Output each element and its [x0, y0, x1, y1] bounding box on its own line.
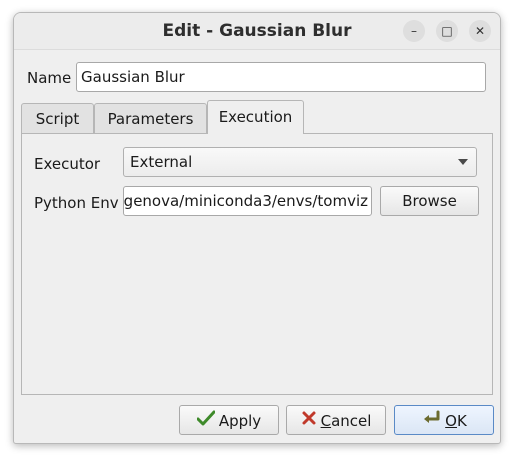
apply-button[interactable]: Apply	[179, 405, 279, 435]
python-env-input[interactable]: o.genova/miniconda3/envs/tomviz	[123, 186, 372, 216]
maximize-button[interactable]: □	[436, 20, 458, 42]
minimize-icon: –	[411, 24, 417, 38]
ok-mnemonic: O	[445, 411, 457, 430]
cancel-label-rest: ancel	[331, 411, 372, 430]
name-input[interactable]: Gaussian Blur	[76, 62, 486, 92]
edit-dialog-window: Edit - Gaussian Blur – □ ✕ Name Gaussian…	[13, 12, 501, 444]
x-icon	[301, 407, 317, 435]
ok-label: OK	[445, 407, 467, 435]
enter-arrow-icon	[421, 407, 441, 435]
cancel-button[interactable]: Cancel	[286, 405, 386, 435]
maximize-icon: □	[441, 24, 453, 38]
executor-label: Executor	[34, 155, 101, 173]
name-label: Name	[27, 69, 72, 87]
python-env-label: Python Env	[34, 194, 119, 212]
tab-script[interactable]: Script	[21, 103, 94, 133]
ok-label-rest: K	[456, 411, 467, 430]
ok-button[interactable]: OK	[394, 405, 494, 435]
close-icon: ✕	[474, 24, 486, 38]
checkmark-icon	[196, 407, 216, 435]
chevron-down-icon	[458, 159, 468, 165]
browse-button[interactable]: Browse	[380, 186, 479, 216]
close-button[interactable]: ✕	[469, 20, 491, 42]
apply-label: Apply	[218, 411, 262, 430]
title-bar[interactable]: Edit - Gaussian Blur – □ ✕	[14, 13, 500, 50]
tab-execution[interactable]: Execution	[207, 100, 304, 134]
minimize-button[interactable]: –	[403, 20, 425, 42]
python-env-value: o.genova/miniconda3/envs/tomviz	[123, 192, 368, 210]
tab-parameters[interactable]: Parameters	[94, 103, 207, 133]
cancel-label: Cancel	[321, 407, 372, 435]
executor-selected-value: External	[130, 153, 193, 171]
cancel-mnemonic: C	[320, 411, 332, 430]
executor-select[interactable]: External	[123, 147, 477, 177]
window-title: Edit - Gaussian Blur	[162, 21, 352, 41]
